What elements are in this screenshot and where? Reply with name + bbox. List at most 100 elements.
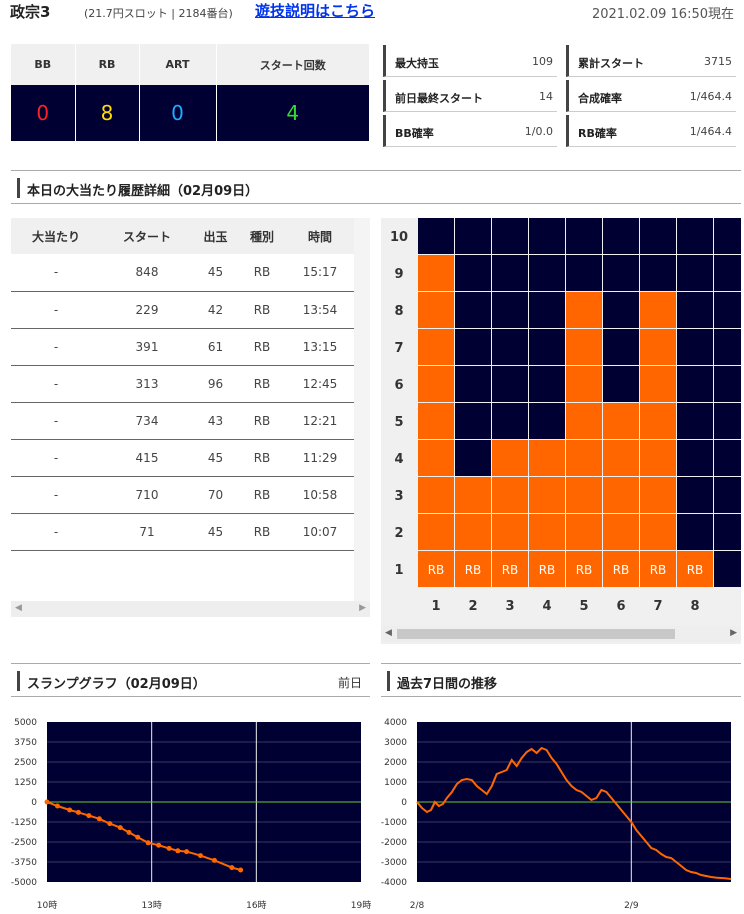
counter-header-start: スタート回数	[216, 44, 370, 85]
slump-point	[166, 845, 172, 851]
grid-cell	[714, 218, 741, 254]
prev-day-link[interactable]: 前日	[338, 674, 362, 691]
slump-point	[184, 849, 190, 855]
grid-cell	[418, 366, 454, 402]
grid-row-label: 1	[394, 563, 403, 578]
grid-cell	[603, 255, 639, 291]
y-tick-label: -1250	[11, 818, 37, 828]
grid-cell	[492, 255, 528, 291]
grid-cell	[566, 292, 602, 328]
grid-cell	[455, 255, 491, 291]
grid-cell	[492, 218, 528, 254]
grid-cell	[529, 255, 565, 291]
history-vertical-scrollbar[interactable]	[354, 218, 370, 601]
stat-label: 合成確率	[578, 92, 622, 105]
slump-point	[229, 865, 235, 871]
updated-datetime: 2021.02.09 16:50現在	[591, 7, 734, 22]
bonus-grid: 10 9 8 7 6 5 4 3 2 1 RB 1 RB 2 RB 3 RB 4 RB 5 RB 6 RB 7 RB 8	[390, 218, 741, 614]
grid-cell	[714, 292, 741, 328]
grid-cell-label: RB	[428, 563, 445, 577]
grid-cell	[529, 292, 565, 328]
grid-cell	[418, 440, 454, 476]
y-tick-label: 1250	[14, 778, 37, 788]
table-cell: 45	[193, 513, 238, 551]
table-cell: 710	[101, 476, 193, 514]
grid-col-label: 4	[542, 599, 551, 614]
play-description-link[interactable]: 遊技説明はこちら	[255, 0, 375, 21]
stat-bb-prob: BB確率 1/0.0	[383, 115, 557, 147]
slump-point	[211, 857, 217, 863]
grid-col-label: 3	[505, 599, 514, 614]
grid-cell	[640, 477, 676, 513]
y-tick-label: 3000	[384, 738, 407, 748]
grid-cell	[455, 329, 491, 365]
grid-horizontal-scrollbar[interactable]: ◀ ▶	[381, 626, 741, 642]
stat-prev-final-start: 前日最終スタート 14	[383, 80, 557, 112]
counter-rb-value: 8	[75, 85, 140, 141]
grid-row-label: 5	[394, 415, 403, 430]
slump-point	[117, 825, 123, 831]
x-tick-label: 16時	[246, 900, 266, 911]
grid-cell-label: RB	[539, 563, 556, 577]
table-cell: 10:07	[286, 513, 354, 551]
y-tick-label: -4000	[381, 878, 407, 888]
stat-label: 前日最終スタート	[395, 92, 483, 105]
grid-row-label: 2	[394, 526, 403, 541]
table-cell: 42	[193, 291, 238, 329]
y-tick-label: 4000	[384, 718, 407, 728]
table-cell: -	[11, 291, 101, 329]
y-tick-label: 2000	[384, 758, 407, 768]
grid-col-label: 5	[579, 599, 588, 614]
slump-point	[198, 853, 204, 859]
grid-cell	[455, 440, 491, 476]
grid-cell	[492, 514, 528, 550]
table-cell: RB	[238, 476, 286, 514]
counter-table: BB RB ART スタート回数 0 8 0 4	[11, 44, 370, 141]
scroll-right-arrow-icon[interactable]: ▶	[359, 603, 366, 613]
grid-cell	[677, 292, 713, 328]
table-cell: RB	[238, 439, 286, 477]
table-cell: 10:58	[286, 476, 354, 514]
slump-point	[135, 834, 141, 840]
y-tick-label: -3000	[381, 858, 407, 868]
grid-cell	[640, 440, 676, 476]
scroll-left-arrow-icon[interactable]: ◀	[15, 603, 22, 613]
grid-cell	[492, 477, 528, 513]
table-cell: -	[11, 402, 101, 440]
history-header: スタート	[101, 218, 193, 254]
week-section-title: 過去7日間の推移	[381, 663, 741, 697]
slump-section-title: スランプグラフ（02月09日） 前日	[11, 663, 370, 697]
grid-cell	[714, 514, 741, 550]
table-row: -71 45 RB 10:07	[11, 513, 354, 551]
grid-row-label: 6	[394, 378, 403, 393]
grid-cell	[566, 255, 602, 291]
table-cell: 415	[101, 439, 193, 477]
table-cell: 45	[193, 254, 238, 292]
grid-cell	[677, 255, 713, 291]
grid-cell	[566, 477, 602, 513]
scrollbar-thumb[interactable]	[397, 629, 675, 639]
title-bar	[387, 671, 390, 691]
grid-cell	[418, 218, 454, 254]
slump-point	[96, 816, 102, 822]
grid-cell	[714, 403, 741, 439]
history-horizontal-scrollbar[interactable]: ◀ ▶	[11, 601, 370, 617]
scroll-right-arrow-icon[interactable]: ▶	[730, 628, 737, 638]
grid-col-label: 7	[653, 599, 662, 614]
grid-row-label: 3	[394, 489, 403, 504]
page-header: 政宗3 (21.7円スロット | 2184番台) 遊技説明はこちら 2021.0…	[0, 0, 744, 24]
x-tick-label: 13時	[141, 900, 161, 911]
grid-cell	[492, 403, 528, 439]
stat-value: 3715	[704, 55, 732, 68]
slump-point	[67, 807, 73, 813]
table-cell: RB	[238, 365, 286, 403]
scroll-left-arrow-icon[interactable]: ◀	[385, 628, 392, 638]
grid-cell	[640, 255, 676, 291]
grid-cell	[714, 440, 741, 476]
week-title: 過去7日間の推移	[397, 677, 498, 692]
slump-title: スランプグラフ（02月09日）	[27, 677, 206, 692]
table-cell: 43	[193, 402, 238, 440]
y-tick-label: -1000	[381, 818, 407, 828]
grid-col-label: 8	[690, 599, 699, 614]
table-cell: 70	[193, 476, 238, 514]
